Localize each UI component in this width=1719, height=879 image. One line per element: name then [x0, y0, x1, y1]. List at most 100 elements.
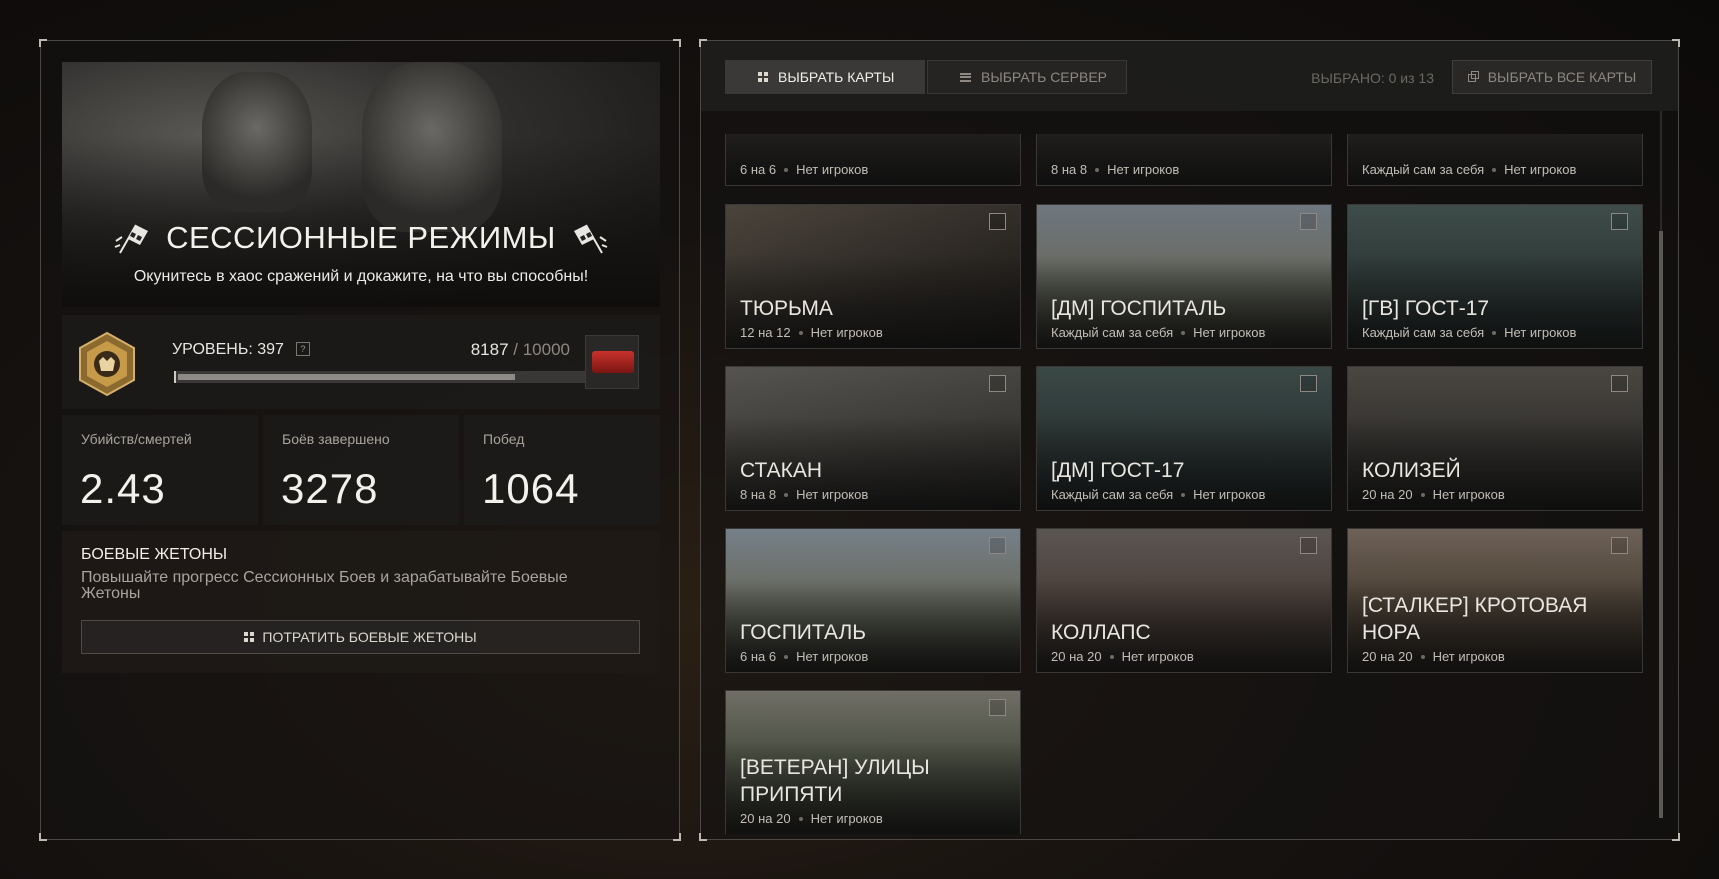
- map-card-kollaps[interactable]: КОЛЛАПС 20 на 20 Нет игроков: [1036, 528, 1332, 673]
- help-icon[interactable]: ?: [295, 342, 310, 356]
- map-name: [ДМ] ГОСТ-17: [1051, 459, 1185, 482]
- map-card-kolizey[interactable]: КОЛИЗЕЙ 20 на 20 Нет игроков: [1347, 366, 1643, 511]
- map-name: [ГВ] ГОСТ-17: [1362, 297, 1490, 320]
- map-players: Нет игроков: [1193, 487, 1266, 502]
- map-name: ТЮРЬМА: [740, 297, 833, 320]
- map-checkbox[interactable]: [1611, 375, 1628, 392]
- rank-badge-icon: [79, 331, 135, 397]
- map-card-hospital[interactable]: ГОСПИТАЛЬ 6 на 6 Нет игроков: [725, 528, 1021, 673]
- level-text: УРОВЕНЬ: 397: [172, 341, 284, 358]
- map-card-stakan[interactable]: СТАКАН 8 на 8 Нет игроков: [725, 366, 1021, 511]
- map-card[interactable]: 8 на 8 Нет игроков: [1036, 134, 1332, 186]
- stat-label: Побед: [483, 431, 525, 447]
- map-meta: 8 на 8 Нет игроков: [740, 487, 868, 502]
- reward-chest-icon: [592, 351, 634, 373]
- map-card-dm-hospital[interactable]: [ДМ] ГОСПИТАЛЬ Каждый сам за себя Нет игр…: [1036, 204, 1332, 349]
- tab-label: ВЫБРАТЬ КАРТЫ: [778, 69, 895, 85]
- map-name: СТАКАН: [740, 459, 823, 482]
- map-checkbox[interactable]: [1300, 213, 1317, 230]
- map-name: [СТАЛКЕР] КРОТОВАЯ НОРА: [1362, 594, 1588, 644]
- tab-label: ВЫБРАТЬ СЕРВЕР: [981, 69, 1107, 85]
- tokens-description: Повышайте прогресс Сессионных Боев и зар…: [81, 569, 568, 602]
- stat-battles: Боёв завершено 3278: [263, 415, 459, 525]
- stat-value: 3278: [281, 465, 379, 512]
- map-checkbox[interactable]: [989, 375, 1006, 392]
- map-card-gv-gost17[interactable]: [ГВ] ГОСТ-17 Каждый сам за себя Нет игрок…: [1347, 204, 1643, 349]
- map-card[interactable]: 6 на 6 Нет игроков: [725, 134, 1021, 186]
- map-card-ulitsy-pripyati[interactable]: [ВЕТЕРАН] УЛИЦЫ ПРИПЯТИ 20 на 20 Нет игро…: [725, 690, 1021, 834]
- map-meta: 12 на 12 Нет игроков: [740, 325, 883, 340]
- map-checkbox[interactable]: [1611, 537, 1628, 554]
- copy-icon: [1467, 71, 1480, 83]
- map-players: Нет игроков: [796, 162, 869, 177]
- map-checkbox[interactable]: [989, 213, 1006, 230]
- soldier-illustration: [202, 72, 312, 212]
- hero-title-row: СЕССИОННЫЕ РЕЖИМЫ: [62, 220, 660, 256]
- map-checkbox[interactable]: [1611, 213, 1628, 230]
- map-meta: 20 на 20 Нет игроков: [1362, 487, 1505, 502]
- spend-tokens-button[interactable]: ПОТРАТИТЬ БОЕВЫЕ ЖЕТОНЫ: [81, 620, 640, 654]
- soldier-illustration: [362, 62, 502, 232]
- map-card[interactable]: Каждый сам за себя Нет игроков: [1347, 134, 1643, 186]
- panel-corner: [39, 39, 47, 47]
- reward-chest-button[interactable]: [585, 335, 639, 389]
- map-card-tyurma[interactable]: ТЮРЬМА 12 на 12 Нет игроков: [725, 204, 1021, 349]
- level-label: УРОВЕНЬ: 397?: [172, 341, 310, 359]
- checkered-flag-icon: [573, 224, 608, 254]
- map-name: [ДМ] ГОСПИТАЛЬ: [1051, 297, 1227, 320]
- stat-value: 2.43: [80, 465, 166, 512]
- panel-corner: [673, 39, 681, 47]
- map-meta: Каждый сам за себя Нет игроков: [1051, 325, 1265, 340]
- map-selection-panel: 6 на 6 Нет игроков 8 на 8 Нет игроков Кажд…: [699, 39, 1680, 841]
- map-players: Нет игроков: [1504, 325, 1577, 340]
- stat-label: Боёв завершено: [282, 431, 390, 447]
- battle-tokens-box: БОЕВЫЕ ЖЕТОНЫ Повышайте прогресс Сессион…: [62, 531, 660, 673]
- scrollbar-thumb[interactable]: [1659, 231, 1663, 818]
- map-card-krotovaya-nora[interactable]: [СТАЛКЕР] КРОТОВАЯ НОРА 20 на 20 Нет игро…: [1347, 528, 1643, 673]
- panel-corner: [699, 833, 707, 841]
- xp-progress-fill: [178, 374, 516, 380]
- map-card-dm-gost17[interactable]: [ДМ] ГОСТ-17 Каждый сам за себя Нет игрок…: [1036, 366, 1332, 511]
- map-players: Нет игроков: [810, 325, 883, 340]
- page-subtitle: Окунитесь в хаос сражений и докажите, на…: [133, 268, 589, 285]
- map-players: Нет игроков: [1432, 487, 1505, 502]
- map-players: Нет игроков: [1107, 162, 1180, 177]
- map-players: Нет игроков: [796, 649, 869, 664]
- stat-label: Убийств/смертей: [81, 431, 192, 447]
- map-meta: 6 на 6 Нет игроков: [740, 162, 868, 177]
- map-mode: 12 на 12: [740, 325, 791, 340]
- map-checkbox[interactable]: [1300, 375, 1317, 392]
- map-mode: 20 на 20: [1362, 649, 1413, 664]
- map-mode: 6 на 6: [740, 649, 777, 664]
- tab-select-maps[interactable]: ВЫБРАТЬ КАРТЫ: [725, 60, 925, 94]
- map-meta: 8 на 8 Нет игроков: [1051, 162, 1179, 177]
- map-name: ГОСПИТАЛЬ: [740, 621, 867, 644]
- map-toolbar: ВЫБРАТЬ КАРТЫ ВЫБРАТЬ СЕРВЕР ВЫБРАНО: 0 …: [701, 41, 1678, 111]
- map-checkbox[interactable]: [989, 537, 1006, 554]
- map-mode: 20 на 20: [1051, 649, 1102, 664]
- map-meta: 20 на 20 Нет игроков: [1362, 649, 1505, 664]
- panel-corner: [673, 833, 681, 841]
- map-players: Нет игроков: [1504, 162, 1577, 177]
- map-players: Нет игроков: [810, 811, 883, 826]
- map-name: [ВЕТЕРАН] УЛИЦЫ ПРИПЯТИ: [740, 756, 930, 806]
- checkered-flag-icon: [114, 224, 149, 254]
- select-all-label: ВЫБРАТЬ ВСЕ КАРТЫ: [1487, 69, 1637, 85]
- map-name: КОЛИЗЕЙ: [1362, 459, 1461, 482]
- map-checkbox[interactable]: [989, 699, 1006, 716]
- map-grid: 6 на 6 Нет игроков 8 на 8 Нет игроков Кажд…: [725, 134, 1647, 834]
- map-mode: Каждый сам за себя: [1362, 162, 1485, 177]
- grid-icon: [244, 632, 255, 642]
- tokens-title: БОЕВЫЕ ЖЕТОНЫ: [81, 546, 228, 563]
- tab-select-server[interactable]: ВЫБРАТЬ СЕРВЕР: [927, 60, 1127, 94]
- map-checkbox[interactable]: [1300, 537, 1317, 554]
- map-meta: 6 на 6 Нет игроков: [740, 649, 868, 664]
- xp-progress-bar: [174, 371, 590, 383]
- list-icon: [960, 72, 971, 82]
- map-name: КОЛЛАПС: [1051, 621, 1151, 644]
- map-players: Нет игроков: [796, 487, 869, 502]
- xp-max: / 10000: [508, 340, 570, 359]
- selected-count: ВЫБРАНО: 0 из 13: [1311, 70, 1434, 86]
- select-all-maps-button[interactable]: ВЫБРАТЬ ВСЕ КАРТЫ: [1452, 60, 1652, 94]
- grid-icon: [758, 72, 768, 82]
